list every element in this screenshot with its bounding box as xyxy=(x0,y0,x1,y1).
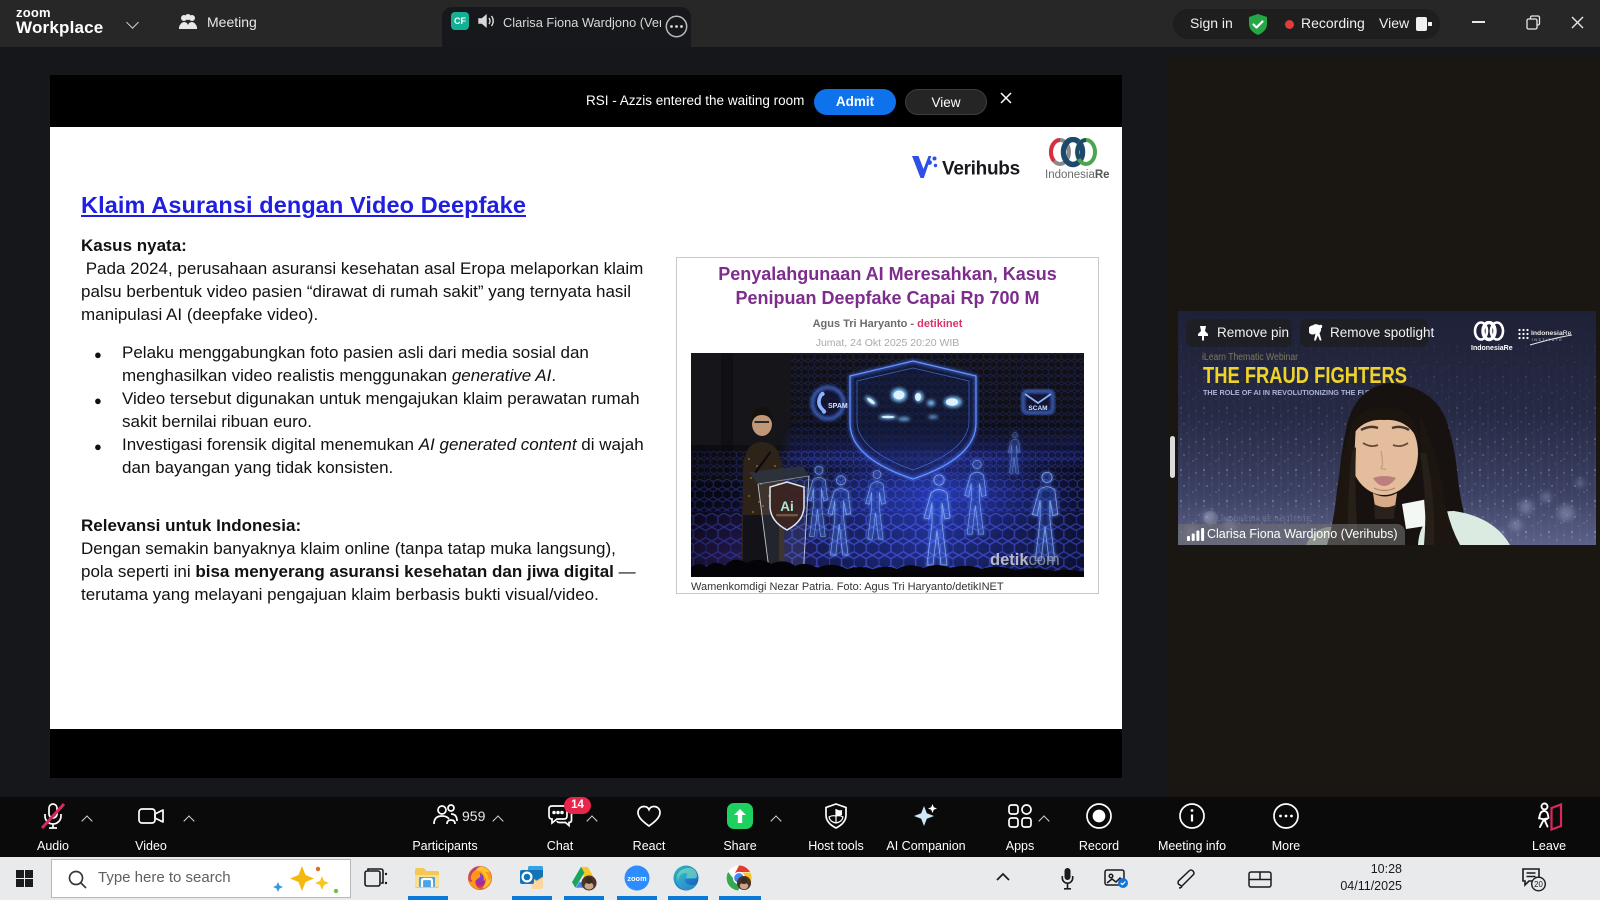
svg-text:SPAM: SPAM xyxy=(828,403,848,410)
svg-text:detikcom: detikcom xyxy=(990,551,1060,569)
svg-text:Verihubs: Verihubs xyxy=(942,159,1020,180)
svg-text:THE FRAUD FIGHTERS: THE FRAUD FIGHTERS xyxy=(1203,362,1407,388)
svg-text:20: 20 xyxy=(1534,880,1543,889)
svg-text:Ai: Ai xyxy=(780,499,794,514)
svg-text:zoom: zoom xyxy=(627,874,647,883)
svg-text:IndonesiaRe: IndonesiaRe xyxy=(1045,169,1110,181)
svg-text:INDONESIA RE INSTITUTE: INDONESIA RE INSTITUTE xyxy=(1221,516,1312,523)
svg-text:SCAM: SCAM xyxy=(1028,405,1047,412)
